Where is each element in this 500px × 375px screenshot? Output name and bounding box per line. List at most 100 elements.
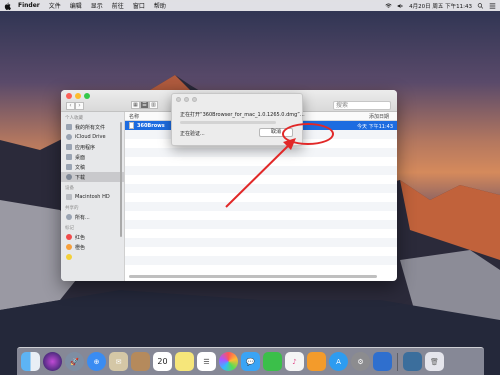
column-view-button[interactable]: ▥	[149, 101, 158, 109]
view-switcher: ▦ ☰ ▥	[131, 101, 158, 109]
dialog-zoom-button[interactable]	[192, 97, 197, 102]
window-controls	[66, 93, 90, 99]
empty-row	[125, 202, 397, 211]
sidebar-item-label: 桌面	[75, 154, 86, 161]
empty-row	[125, 175, 397, 184]
empty-row	[125, 193, 397, 202]
sidebar-item-tag-red[interactable]: 红色	[61, 232, 124, 242]
annotation-circle	[282, 123, 334, 145]
sidebar-item-icloud[interactable]: iCloud Drive	[61, 132, 124, 142]
calendar-icon[interactable]: 20	[153, 352, 172, 371]
menu-view[interactable]: 显示	[91, 1, 103, 10]
menu-file[interactable]: 文件	[49, 1, 61, 10]
sidebar-item-label: 所有...	[75, 214, 90, 221]
sidebar-item-all-files[interactable]: 我的所有文件	[61, 122, 124, 132]
empty-row	[125, 166, 397, 175]
applications-icon	[66, 144, 72, 150]
finder-sidebar: 个人收藏 我的所有文件 iCloud Drive 应用程序 桌面 文稿 下载 设…	[61, 112, 125, 281]
downloads-stack-icon[interactable]	[403, 352, 422, 371]
sidebar-item-label: 下载	[75, 174, 86, 181]
itunes-icon[interactable]: ♪	[285, 352, 304, 371]
yellow-tag-icon	[66, 254, 72, 260]
downloads-icon	[66, 174, 72, 180]
menu-edit[interactable]: 编辑	[70, 1, 82, 10]
list-view-button[interactable]: ☰	[140, 101, 149, 109]
desktop-icon	[66, 154, 72, 160]
menu-app-finder[interactable]: Finder	[18, 2, 40, 9]
menu-go[interactable]: 前往	[112, 1, 124, 10]
sidebar-item-label: iCloud Drive	[75, 134, 106, 140]
spotlight-icon[interactable]	[477, 2, 484, 9]
menu-help[interactable]: 帮助	[154, 1, 166, 10]
siri-icon[interactable]	[43, 352, 62, 371]
dialog-status: 正在验证...	[180, 131, 205, 137]
trash-icon[interactable]: 🗑	[425, 352, 444, 371]
icon-view-button[interactable]: ▦	[131, 101, 140, 109]
sidebar-item-macintosh-hd[interactable]: Macintosh HD	[61, 192, 124, 202]
sidebar-item-tag-yellow[interactable]	[61, 252, 124, 262]
column-date-added[interactable]: 添加日期	[369, 113, 389, 120]
mail-icon[interactable]: ✉	[109, 352, 128, 371]
sidebar-section-favorites: 个人收藏	[65, 116, 83, 121]
safari-icon[interactable]: ⊕	[87, 352, 106, 371]
menu-clock[interactable]: 4月20日 周五 下午11:43	[409, 2, 472, 10]
empty-row	[125, 229, 397, 238]
back-button[interactable]: ‹	[66, 102, 75, 110]
launchpad-icon[interactable]: 🚀	[65, 352, 84, 371]
ibooks-icon[interactable]	[307, 352, 326, 371]
notes-icon[interactable]	[175, 352, 194, 371]
progress-bar	[180, 121, 276, 124]
network-icon	[66, 214, 72, 220]
system-preferences-icon[interactable]: ⚙	[351, 352, 370, 371]
forward-button[interactable]: ›	[75, 102, 84, 110]
empty-row	[125, 220, 397, 229]
wifi-icon[interactable]	[385, 3, 392, 9]
empty-row	[125, 157, 397, 166]
sidebar-item-applications[interactable]: 应用程序	[61, 142, 124, 152]
sidebar-section-devices: 设备	[65, 186, 74, 191]
sidebar-section-shared: 共享的	[65, 206, 79, 211]
empty-row	[125, 184, 397, 193]
search-field[interactable]: 搜索	[333, 101, 391, 110]
dmg-file-icon	[129, 122, 134, 129]
dialog-title: 正在打开“360Browser_for_mac_1.0.1265.0.dmg”.…	[180, 112, 305, 118]
red-tag-icon	[66, 234, 72, 240]
facetime-icon[interactable]	[263, 352, 282, 371]
sidebar-item-tag-orange[interactable]: 橙色	[61, 242, 124, 252]
contacts-icon[interactable]	[131, 352, 150, 371]
close-button[interactable]	[66, 93, 72, 99]
photos-icon[interactable]	[219, 352, 238, 371]
empty-row	[125, 265, 397, 274]
search-placeholder: 搜索	[336, 102, 349, 109]
column-name[interactable]: 名称	[129, 113, 139, 120]
sidebar-item-label: Macintosh HD	[75, 194, 110, 200]
sidebar-item-desktop[interactable]: 桌面	[61, 152, 124, 162]
empty-row	[125, 148, 397, 157]
keynote-icon[interactable]	[373, 352, 392, 371]
reminders-icon[interactable]: ☰	[197, 352, 216, 371]
horizontal-scrollbar[interactable]	[129, 275, 377, 278]
messages-icon[interactable]: 💬	[241, 352, 260, 371]
notification-center-icon[interactable]	[489, 3, 496, 9]
apple-icon[interactable]	[4, 2, 11, 10]
sidebar-section-tags: 标记	[65, 226, 74, 231]
finder-icon[interactable]	[21, 352, 40, 371]
minimize-button[interactable]	[75, 93, 81, 99]
menu-bar: Finder 文件 编辑 显示 前往 窗口 帮助 4月20日 周五 下午11:4…	[0, 0, 500, 11]
app-store-icon[interactable]: A	[329, 352, 348, 371]
dialog-close-button[interactable]	[176, 97, 181, 102]
sidebar-item-documents[interactable]: 文稿	[61, 162, 124, 172]
zoom-button[interactable]	[84, 93, 90, 99]
menu-window[interactable]: 窗口	[133, 1, 145, 10]
file-name: 360Brows	[137, 122, 165, 129]
sidebar-scrollbar[interactable]	[120, 122, 122, 237]
sidebar-item-downloads[interactable]: 下载	[61, 172, 124, 182]
volume-icon[interactable]	[397, 3, 404, 9]
sidebar-item-shared-all[interactable]: 所有...	[61, 212, 124, 222]
hard-drive-icon	[66, 194, 72, 200]
orange-tag-icon	[66, 244, 72, 250]
dialog-minimize-button[interactable]	[184, 97, 189, 102]
dock-separator	[397, 352, 398, 371]
dock: 🚀 ⊕ ✉ 20 ☰ 💬 ♪ A ⚙ 🗑	[17, 347, 484, 375]
empty-row	[125, 247, 397, 256]
